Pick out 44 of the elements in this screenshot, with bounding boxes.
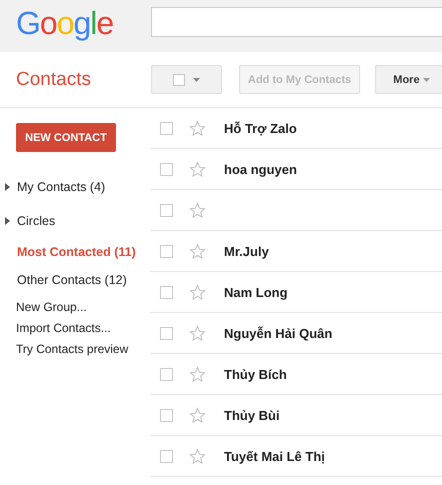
row-checkbox[interactable] xyxy=(160,326,173,340)
app-title: Contacts xyxy=(15,68,92,90)
row-checkbox[interactable] xyxy=(160,244,173,258)
contact-name[interactable]: Hỗ Trợ Zalo xyxy=(224,120,297,136)
star-icon[interactable] xyxy=(189,406,206,424)
row-checkbox[interactable] xyxy=(160,162,173,176)
row-checkbox[interactable] xyxy=(160,122,173,134)
sidebar-item[interactable]: Other Contacts (12) xyxy=(0,266,133,294)
row-checkbox[interactable] xyxy=(160,286,173,298)
caret-icon xyxy=(193,78,200,82)
contact-name[interactable]: Nguyễn Hải Quân xyxy=(224,326,332,340)
caret-icon xyxy=(422,78,430,82)
search-field[interactable] xyxy=(151,7,442,37)
contact-name[interactable]: Thủy Bích xyxy=(224,366,287,382)
sidebar-item[interactable]: Most Contacted (11) xyxy=(0,238,142,266)
contact-name[interactable]: Tuyết Mai Lê Thị xyxy=(224,448,325,464)
row-checkbox[interactable] xyxy=(160,368,173,380)
checkbox[interactable] xyxy=(173,74,185,86)
star-icon[interactable] xyxy=(189,366,206,382)
contact-name[interactable]: Nam Long xyxy=(224,284,288,300)
star-icon[interactable] xyxy=(189,160,206,178)
contact-name[interactable]: Mr.July xyxy=(224,244,269,258)
star-icon[interactable] xyxy=(189,284,206,300)
row-checkbox[interactable] xyxy=(160,204,173,216)
sidebar-item[interactable]: My Contacts (4) xyxy=(0,170,112,204)
sidebar-item[interactable]: Circles xyxy=(0,204,62,238)
star-icon[interactable] xyxy=(189,324,206,342)
google-logo: Google xyxy=(16,7,114,39)
row-checkbox[interactable] xyxy=(160,408,173,422)
sidebar-link[interactable]: Import Contacts... xyxy=(16,319,150,337)
new-contact-button[interactable]: NEW CONTACT xyxy=(16,123,116,152)
expand-arrow-icon xyxy=(5,217,10,225)
more-button[interactable]: More xyxy=(375,65,442,94)
row-checkbox[interactable] xyxy=(160,450,173,462)
contact-name[interactable]: hoa nguyen xyxy=(224,162,297,176)
star-icon[interactable] xyxy=(189,448,206,464)
star-icon[interactable] xyxy=(189,242,206,260)
star-icon[interactable] xyxy=(189,120,206,136)
contact-name[interactable]: Thủy Bùi xyxy=(224,408,280,422)
star-icon[interactable] xyxy=(189,202,206,218)
expand-arrow-icon xyxy=(5,183,10,191)
select-dropdown[interactable] xyxy=(151,65,222,94)
sidebar-link[interactable]: New Group... xyxy=(16,298,150,316)
sidebar-link[interactable]: Try Contacts preview xyxy=(16,340,150,358)
